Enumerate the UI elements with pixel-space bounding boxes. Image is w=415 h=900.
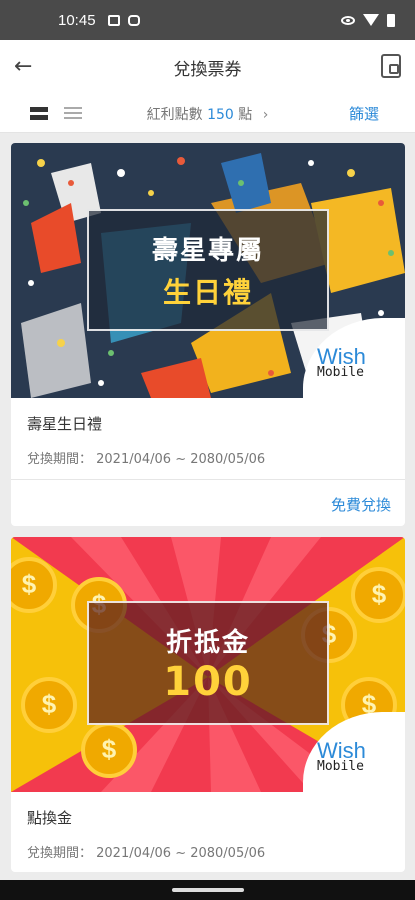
coupon-period: 兌換期間： 2021/04/06 ~ 2080/05/06 xyxy=(27,452,266,467)
banner-line2: 生日禮 xyxy=(162,275,253,309)
coupon-title: 壽星生日禮 xyxy=(27,415,103,433)
coupon-card[interactable]: 壽星專屬 生日禮 Wish Mobile 壽星生日禮 兌換期間： 2021/04… xyxy=(11,143,405,526)
banner-frame: 折抵金 100 xyxy=(87,601,329,725)
banner-line2: 100 xyxy=(163,658,253,705)
status-time: 10:45 xyxy=(58,11,96,29)
app-bar: ← 兌換票券 xyxy=(0,40,415,95)
battery-icon xyxy=(387,13,395,27)
coupon-banner: 壽星專屬 生日禮 Wish Mobile xyxy=(11,143,405,398)
banner-frame: 壽星專屬 生日禮 xyxy=(87,209,329,331)
filter-button[interactable]: 篩選 xyxy=(349,103,379,124)
toolbar: 紅利點數 150 點 › 篩選 xyxy=(0,95,415,133)
divider xyxy=(11,479,405,480)
points-unit: 點 xyxy=(238,107,253,123)
wallet-icon[interactable] xyxy=(381,54,401,78)
banner-line1: 壽星專屬 xyxy=(151,235,264,266)
wifi-icon xyxy=(363,14,379,26)
back-arrow-icon[interactable]: ← xyxy=(14,56,38,78)
brand-mobile: Mobile xyxy=(317,365,364,380)
brand-wish: Wish xyxy=(317,344,366,369)
coupon-banner: $ $ $ $ $ $ $ 折抵金 100 Wish Mobile xyxy=(11,537,405,792)
app-notification-icon xyxy=(127,14,140,26)
home-gesture-handle[interactable] xyxy=(172,888,244,892)
redeem-button[interactable]: 免費兌換 xyxy=(331,494,391,515)
page-title: 兌換票券 xyxy=(173,60,242,80)
coupon-title: 點換金 xyxy=(27,809,73,827)
brand-wish: Wish xyxy=(317,738,366,763)
points-value: 150 xyxy=(207,107,234,123)
coin-icon: $ xyxy=(21,677,77,733)
coupon-period: 兌換期間： 2021/04/06 ~ 2080/05/06 xyxy=(27,846,266,861)
navigation-bar xyxy=(0,880,415,900)
status-bar: 10:45 xyxy=(0,0,415,40)
chevron-right-icon: › xyxy=(262,107,269,123)
coin-icon: $ xyxy=(81,722,137,778)
eye-icon xyxy=(341,15,355,25)
points-label: 紅利點數 xyxy=(146,107,203,123)
coupon-card[interactable]: $ $ $ $ $ $ $ 折抵金 100 Wish Mobile 點換金 兌換… xyxy=(11,537,405,872)
brand-mobile: Mobile xyxy=(317,759,364,774)
banner-line1: 折抵金 xyxy=(165,627,250,658)
coin-icon: $ xyxy=(351,567,405,623)
image-notification-icon xyxy=(107,14,120,26)
